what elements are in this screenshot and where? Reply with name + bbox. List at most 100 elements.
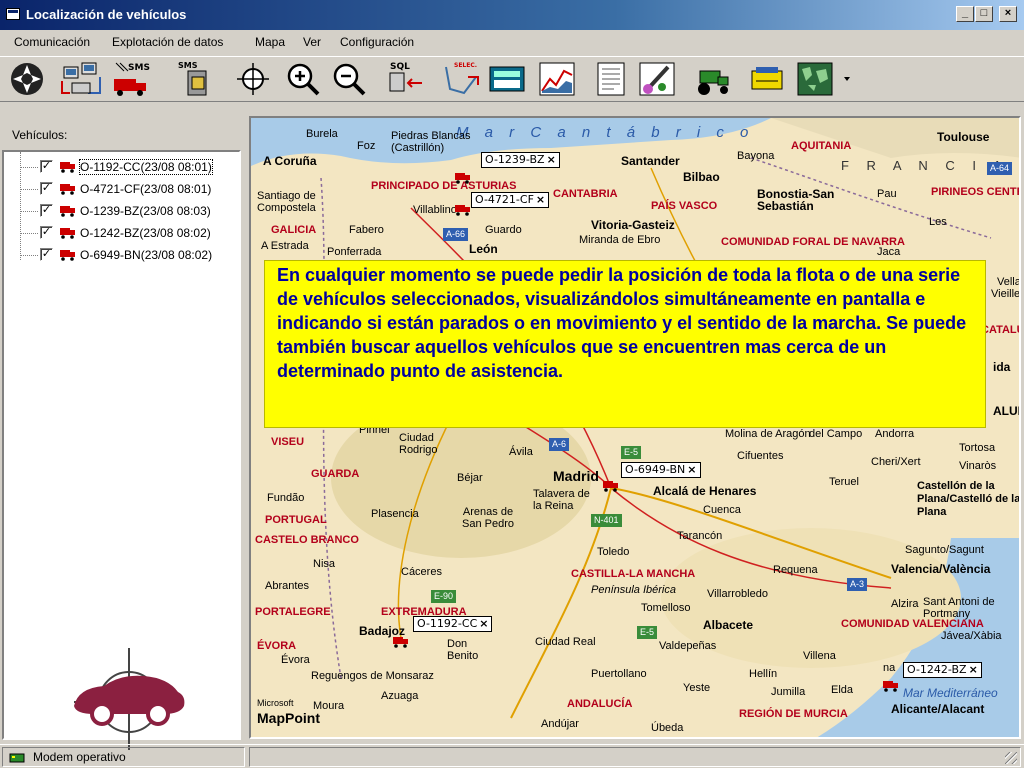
tree-item-vehicle-3[interactable]: ✓ O-1239-BZ(23/08 08:03) [20, 200, 242, 222]
sms-truck-button[interactable]: SMS [110, 59, 152, 99]
vehicle-tree[interactable]: ✓ O-1192-CC(23/08 08:01) ✓ O-4721-CF(23/… [2, 150, 242, 750]
paint-button[interactable] [636, 59, 678, 99]
svg-text:SELEC.: SELEC. [454, 62, 477, 69]
locate-button[interactable] [232, 59, 274, 99]
menu-configuracion[interactable]: Configuración [340, 35, 414, 49]
city-label: Castellón de la Plana/Castelló de la Pla… [917, 480, 1021, 518]
calculator-button[interactable] [486, 59, 528, 99]
city-label: Pau [877, 188, 897, 200]
city-label: Bayona [737, 150, 775, 162]
menu-ver[interactable]: Ver [303, 35, 321, 49]
close-icon[interactable]: × [536, 193, 545, 206]
resize-grip[interactable] [1005, 752, 1017, 764]
app-window-icon [6, 8, 20, 20]
region-label: VISEU [271, 436, 305, 448]
close-button[interactable]: × [999, 6, 1017, 22]
vehicle-tag[interactable]: O-1239-BZ × [481, 152, 560, 168]
city-label: Ciudad Rodrigo [399, 432, 438, 456]
region-label: ANDALUCÍA [567, 698, 633, 710]
vehicle-checkbox[interactable]: ✓ [40, 226, 53, 239]
truck-icon[interactable] [455, 172, 471, 184]
truck-icon[interactable] [455, 204, 471, 216]
city-label: Vieille [991, 288, 1021, 300]
road-shield: A-64 [987, 162, 1013, 175]
document-list-icon [597, 62, 625, 96]
vehicle-tag[interactable]: O-6949-BN × [621, 462, 701, 478]
vehicle-checkbox[interactable]: ✓ [40, 160, 53, 173]
vehicle-tag[interactable]: O-1242-BZ × [903, 662, 982, 678]
truck-icon[interactable] [603, 480, 619, 492]
card-reader-icon [751, 67, 783, 90]
navigation-button[interactable] [6, 59, 48, 99]
menu-mapa[interactable]: Mapa [255, 35, 285, 49]
tractor-button[interactable] [692, 59, 734, 99]
zoom-out-button[interactable] [328, 59, 370, 99]
minimize-button[interactable]: _ [956, 6, 974, 22]
city-label: ALUÑ [993, 404, 1019, 418]
vehicle-label: O-4721-CF(23/08 08:01) [80, 182, 212, 196]
status-panel-right [249, 747, 1021, 767]
tree-item-vehicle-4[interactable]: ✓ O-1242-BZ(23/08 08:02) [20, 222, 242, 244]
vehicle-label: O-1242-BZ(23/08 08:02) [80, 226, 211, 240]
city-label: Don Benito [447, 638, 479, 662]
region-label: PORTUGAL [265, 514, 327, 526]
select-route-button[interactable]: SELEC. [440, 59, 482, 99]
city-label: Vella [997, 276, 1021, 288]
chart-button[interactable] [536, 59, 578, 99]
status-bar: Modem operativo [0, 744, 1024, 768]
city-label: A Estrada [261, 240, 309, 252]
region-label: CATALUÑA [981, 324, 1019, 336]
zoom-in-button[interactable] [282, 59, 324, 99]
road-shield: A-3 [847, 578, 868, 591]
region-label: PAÍS VASCO [651, 200, 718, 212]
vehicle-tag[interactable]: O-1192-CC × [413, 616, 493, 632]
sms-server-button[interactable]: SMS [176, 59, 218, 99]
region-label: PRINCIPADO DE ASTURIAS [371, 180, 517, 192]
connect-computers-button[interactable] [60, 59, 102, 99]
title-bar[interactable]: Localización de vehículos _ □ × [0, 0, 1024, 30]
svg-text:SMS: SMS [178, 61, 198, 70]
sql-query-button[interactable]: SQL [386, 59, 428, 99]
city-label: Teruel [829, 476, 859, 488]
close-icon[interactable]: × [687, 463, 696, 476]
city-label: Villena [803, 650, 836, 662]
world-map-dropdown[interactable] [840, 59, 854, 99]
vehicle-checkbox[interactable]: ✓ [40, 204, 53, 217]
vehicle-label: O-1239-BZ(23/08 08:03) [80, 204, 211, 218]
status-text: Modem operativo [33, 750, 126, 764]
city-label: Reguengos de Monsaraz [311, 670, 434, 682]
menu-comunicacion[interactable]: Comunicación [14, 35, 90, 49]
city-label: Ávila [509, 446, 533, 458]
truck-icon[interactable] [393, 636, 409, 648]
tree-item-vehicle-2[interactable]: ✓ O-4721-CF(23/08 08:01) [20, 178, 242, 200]
tree-item-vehicle-1[interactable]: ✓ O-1192-CC(23/08 08:01) [20, 156, 242, 178]
close-icon[interactable]: × [479, 617, 488, 630]
city-label: Cuenca [703, 504, 741, 516]
truck-icon [60, 250, 75, 261]
sms-truck-icon: SMS [114, 62, 150, 96]
city-label: Cifuentes [737, 450, 784, 462]
menu-explotacion-datos[interactable]: Explotación de datos [112, 35, 223, 49]
close-icon[interactable]: × [969, 663, 978, 676]
vehicle-tag-label: O-1192-CC [417, 617, 478, 630]
svg-text:SQL: SQL [390, 62, 410, 72]
vehicle-tag[interactable]: O-4721-CF × [471, 192, 550, 208]
vehicle-checkbox[interactable]: ✓ [40, 248, 53, 261]
truck-icon [60, 228, 75, 239]
city-label: Piedras Blancas (Castrillón) [391, 130, 471, 154]
city-label: Península Ibérica [591, 584, 676, 596]
city-label: Nisa [313, 558, 336, 570]
city-label: Bilbao [683, 170, 720, 184]
truck-icon[interactable] [883, 680, 899, 692]
vehicle-label: O-6949-BN(23/08 08:02) [80, 248, 213, 262]
tractor-icon [698, 70, 729, 95]
sea-cantabrico-label: M a r C a n t á b r i c o [456, 124, 755, 141]
vehicle-checkbox[interactable]: ✓ [40, 182, 53, 195]
locate-crosshair-icon [237, 63, 269, 95]
tree-item-vehicle-5[interactable]: ✓ O-6949-BN(23/08 08:02) [20, 244, 242, 266]
document-list-button[interactable] [590, 59, 632, 99]
close-icon[interactable]: × [547, 153, 556, 166]
world-map-button[interactable] [794, 59, 836, 99]
maximize-button[interactable]: □ [975, 6, 993, 22]
card-reader-button[interactable] [746, 59, 788, 99]
